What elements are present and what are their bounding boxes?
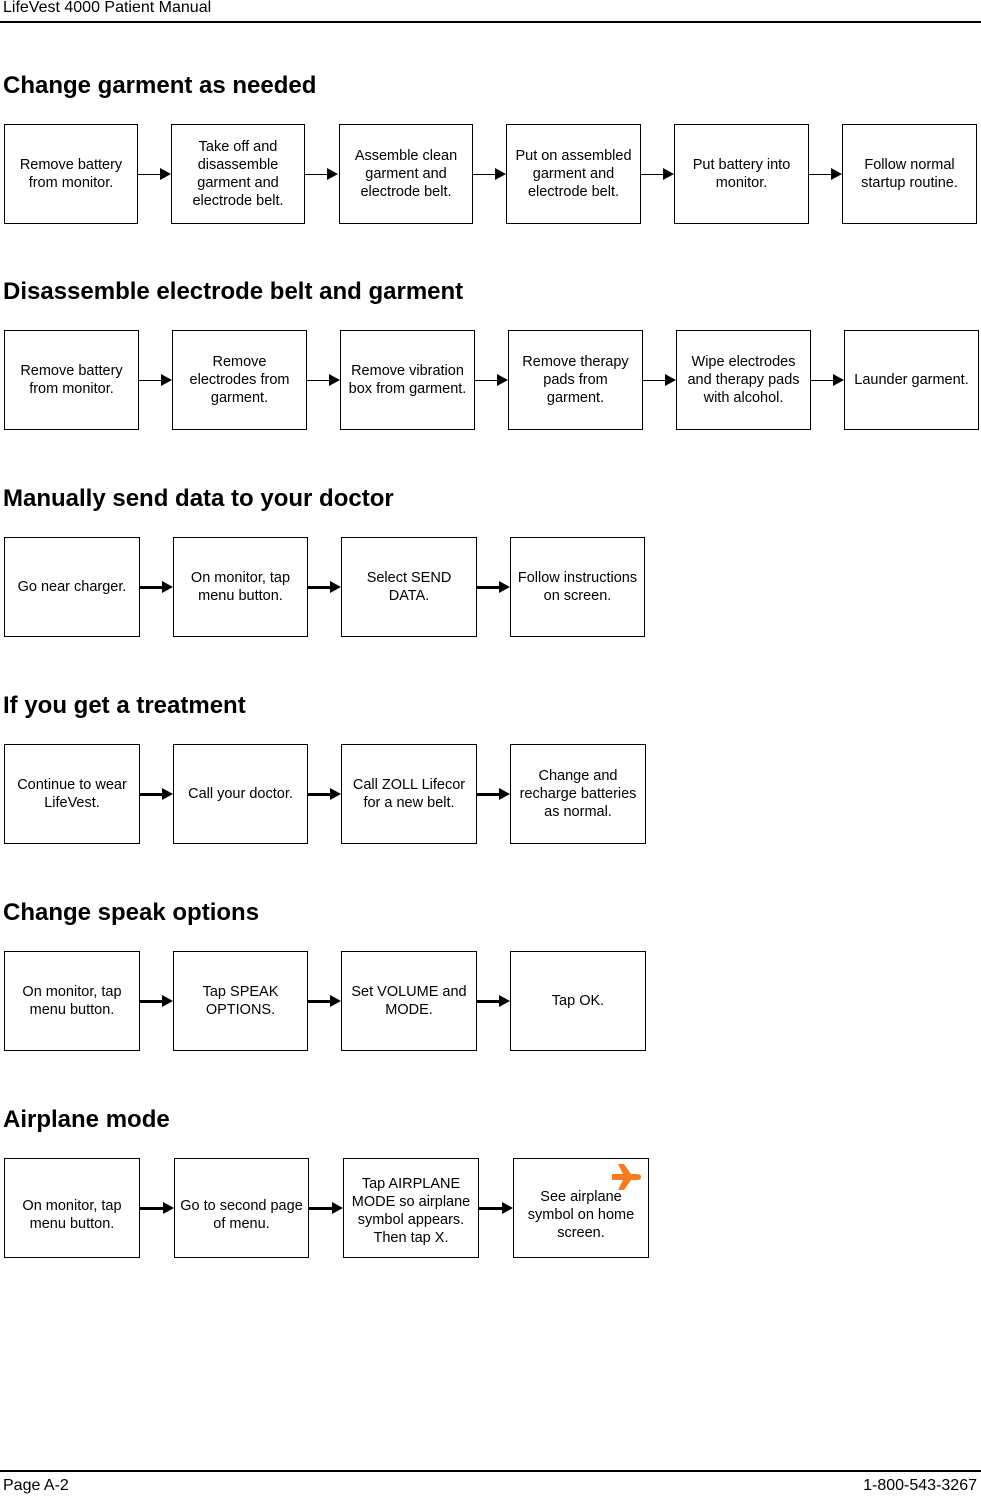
step-text: On monitor, tap menu button. [22,1198,122,1232]
step-text: Tap AIRPLANE MODE so airplane symbol app… [351,1176,471,1246]
step-box: Remove therapy pads from garment. [508,330,643,430]
step-text: Remove electrodes from garment. [189,354,290,406]
step-box: Remove battery from monitor. [4,330,139,430]
page-number: Page A-2 [3,1477,69,1494]
step-text: Follow normal startup routine. [861,157,958,191]
step-box: Call ZOLL Lifecor for a new belt. [341,744,477,844]
step-text: Change and recharge batteries as normal. [519,768,637,820]
step-box: On monitor, tap menu button. [173,537,308,637]
step-box: Follow normal startup routine. [842,124,977,224]
step-text: Wipe electrodes and therapy pads with al… [687,354,800,406]
section-title: Change speak options [3,899,260,926]
step-text: Launder garment. [854,372,969,388]
step-text: On monitor, tap menu button. [190,570,291,604]
flowchart: On monitor, tap menu button. Go to secon… [0,1158,981,1260]
step-box: Follow instructions on screen. [510,537,645,637]
step-text: Follow instructions on screen. [517,570,638,604]
step-text: Tap OK. [551,993,605,1009]
step-box: Go near charger. [4,537,140,637]
flowchart: Remove battery from monitor. Remove elec… [0,330,981,432]
step-box: Wipe electrodes and therapy pads with al… [676,330,811,430]
step-box: Remove electrodes from garment. [172,330,307,430]
airplane-icon [612,1164,641,1190]
step-box: Tap OK. [510,951,646,1051]
step-box: Select SEND DATA. [341,537,477,637]
step-box: Take off and disassemble garment and ele… [171,124,305,224]
step-text: Call your doctor. [188,786,293,802]
manual-title: LifeVest 4000 Patient Manual [3,0,212,16]
page-header: LifeVest 4000 Patient Manual [0,0,981,23]
flowchart: Continue to wear LifeVest. Call your doc… [0,744,981,846]
section-title: Manually send data to your doctor [3,485,394,512]
step-box: On monitor, tap menu button. [4,951,140,1051]
flowchart: Go near charger. On monitor, tap menu bu… [0,537,981,639]
step-text: Go near charger. [17,579,127,595]
step-box: Launder garment. [844,330,979,430]
page-footer: Page A-2 1-800-543-3267 [0,1470,981,1498]
step-box: Continue to wear LifeVest. [4,744,140,844]
step-box: Remove vibration box from garment. [340,330,475,430]
step-box: Put on assembled garment and electrode b… [506,124,641,224]
step-text: Put on assembled garment and electrode b… [515,148,632,200]
step-text: Remove battery from monitor. [19,157,123,191]
step-text: See airplane symbol on home screen. [527,1189,635,1241]
step-text: Continue to wear LifeVest. [17,777,127,811]
step-box: Go to second page of menu. [174,1158,309,1258]
step-box: Set VOLUME and MODE. [341,951,477,1051]
section-title: Disassemble electrode belt and garment [3,278,464,305]
step-box: Change and recharge batteries as normal. [510,744,646,844]
step-text: Select SEND DATA. [366,570,452,604]
step-box: Tap SPEAK OPTIONS. [173,951,308,1051]
step-box: Assemble clean garment and electrode bel… [339,124,473,224]
step-text: Put battery into monitor. [692,157,791,191]
section-title: If you get a treatment [3,692,246,719]
step-text: Go to second page of menu. [180,1198,303,1232]
step-text: Tap SPEAK OPTIONS. [202,984,279,1018]
step-text: Remove therapy pads from garment. [522,354,629,406]
step-text: Take off and disassemble garment and ele… [192,139,284,209]
flowchart: On monitor, tap menu button. Tap SPEAK O… [0,951,981,1053]
step-box: Put battery into monitor. [674,124,809,224]
flowchart: Remove battery from monitor. Take off an… [0,124,981,226]
step-text: Remove vibration box from garment. [348,363,467,397]
step-text: Call ZOLL Lifecor for a new belt. [352,777,466,811]
step-text: Remove battery from monitor. [20,363,123,397]
step-box: Call your doctor. [173,744,308,844]
step-box: Tap AIRPLANE MODE so airplane symbol app… [343,1158,479,1258]
step-text: On monitor, tap menu button. [22,984,122,1018]
section-title: Change garment as needed [3,72,317,99]
step-text: Set VOLUME and MODE. [351,984,467,1018]
step-box: See airplane symbol on home screen. [513,1158,649,1258]
step-box: On monitor, tap menu button. [4,1158,140,1258]
section-title: Airplane mode [3,1106,170,1133]
step-box: Remove battery from monitor. [4,124,138,224]
step-text: Assemble clean garment and electrode bel… [354,148,458,200]
phone-number: 1-800-543-3267 [863,1477,977,1494]
